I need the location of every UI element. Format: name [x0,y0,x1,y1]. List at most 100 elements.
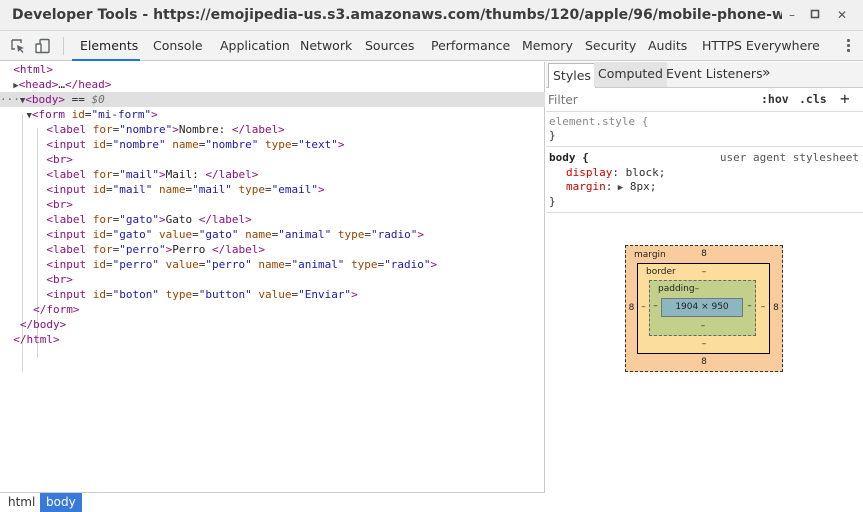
inspect-element-icon[interactable] [10,38,26,54]
cls-button[interactable]: .cls [799,92,827,106]
dom-node-input-boton[interactable]: <input id="boton" type="button" value="E… [0,287,545,302]
prop-display[interactable]: display: block; [566,166,665,180]
padding-top-value[interactable]: – [695,284,700,294]
body-ref: $0 [91,93,105,106]
border-left-value[interactable]: – [638,302,649,312]
body-open-tag: <body> [25,93,66,106]
dom-node-html-close[interactable]: </html> [0,332,545,347]
dom-node-label-gato[interactable]: <label for="gato">Gato </label> [0,212,545,227]
dom-node-br[interactable]: <br> [0,272,545,287]
element-style-selector[interactable]: element.style { [549,115,648,129]
dom-node-form-close[interactable]: </form> [0,302,545,317]
subtab-styles[interactable]: Styles [548,63,596,88]
rule-close-brace: } [549,129,556,142]
label-nombre-text: Nombre: [178,123,232,136]
dom-node-input-mail[interactable]: <input id="mail" name="mail" type="email… [0,182,545,197]
dom-node-head[interactable]: ▶<head>…</head> [0,77,545,92]
html-open-tag: <html> [13,63,53,76]
dom-node-html[interactable]: <html> [0,62,545,77]
tab-elements[interactable]: Elements [72,31,140,61]
border-bottom-value[interactable]: – [696,339,712,349]
devtools-toolbar: Elements Console Application Network Sou… [0,31,863,61]
box-model-area: margin 8 8 8 8 border – – – – padding– –… [546,213,863,512]
margin-right-value[interactable]: 8 [770,303,782,313]
form-val: "mi-form" [91,108,152,121]
prop-margin-name: margin [566,180,606,193]
more-options-icon[interactable] [840,37,856,55]
rule-origin: user agent stylesheet [719,151,859,164]
subtab-computed[interactable]: Computed [594,62,667,87]
padding-label-text: padding [658,284,695,294]
tab-performance[interactable]: Performance [431,31,510,61]
padding-bottom-value[interactable]: – [695,321,711,331]
breadcrumb-html[interactable]: html [2,493,41,512]
dom-node-input-perro[interactable]: <input id="perro" value="perro" name="an… [0,257,545,272]
label-gato-text: Gato [165,213,199,226]
head-close-tag: </head> [65,78,112,91]
minimize-icon[interactable]: – [785,8,799,22]
window-title: Developer Tools - https://emojipedia-us.… [12,7,782,23]
box-model-margin[interactable]: margin 8 8 8 8 border – – – – padding– –… [625,245,783,372]
body-selector[interactable]: body { [549,151,589,165]
dom-node-br[interactable]: <br> [0,152,545,167]
padding-left-value[interactable]: – [650,301,661,311]
margin-top-value[interactable]: 8 [696,249,712,259]
dom-node-label-mail[interactable]: <label for="mail">Mail: </label> [0,167,545,182]
dom-node-br[interactable]: <br> [0,197,545,212]
dom-node-label-nombre[interactable]: <label for="nombre">Nombre: </label> [0,122,545,137]
tab-https-everywhere[interactable]: HTTPS Everywhere [702,31,820,61]
prop-margin[interactable]: margin: ▶ 8px; [566,180,656,194]
margin-left-value[interactable]: 8 [626,303,637,313]
dom-node-form[interactable]: ▼<form id="mi-form"> [0,107,545,122]
border-top-value[interactable]: – [696,267,712,277]
more-tabs-icon[interactable]: » [762,62,771,87]
dom-node-input-gato[interactable]: <input id="gato" value="gato" name="anim… [0,227,545,242]
form-close-tag: </form> [33,303,80,316]
border-right-value[interactable]: – [757,302,769,312]
element-style-rule: element.style { } [546,114,863,147]
filter-input[interactable] [548,92,748,108]
dom-node-input-nombre[interactable]: <input id="nombre" name="nombre" type="t… [0,137,545,152]
box-model-content[interactable]: 1904 × 950 [661,298,743,317]
margin-bottom-value[interactable]: 8 [696,357,712,367]
add-rule-icon[interactable]: + [840,89,850,108]
head-open-tag: <head> [18,78,59,91]
box-model-padding[interactable]: padding– – – – 1904 × 950 [649,280,756,336]
sidebar-tabs: Styles Computed Event Listeners » [546,62,863,88]
tab-application[interactable]: Application [220,31,290,61]
hov-button[interactable]: :hov [761,92,789,106]
body-eq: == [65,93,92,106]
styles-sidebar: Styles Computed Event Listeners » :hov .… [546,62,863,512]
tab-network[interactable]: Network [300,31,352,61]
padding-right-value[interactable]: – [744,301,755,311]
margin-label: margin [634,250,666,260]
tab-memory[interactable]: Memory [522,31,573,61]
expand-triangle-icon[interactable]: ▶ [612,183,623,193]
box-model-border[interactable]: border – – – – padding– – – – 1904 × 950 [637,263,770,354]
border-label: border [646,267,676,277]
close-icon[interactable]: ✕ [835,8,849,22]
html-close-tag: </html> [13,333,60,346]
subtab-event-listeners[interactable]: Event Listeners [666,62,763,87]
prop-display-value: block; [625,166,666,179]
label-perro-text: Perro [172,243,212,256]
tab-audits[interactable]: Audits [648,31,687,61]
elements-tree: <html> ▶<head>…</head> ···▼<body> == $0 … [0,62,545,492]
prop-display-name: display [566,166,613,179]
window-titlebar: Developer Tools - https://emojipedia-us.… [0,0,863,31]
label-mail-text: Mail: [165,168,206,181]
maximize-icon[interactable] [808,8,822,22]
tab-sources[interactable]: Sources [365,31,414,61]
form-tag: <form [31,108,66,121]
tab-console[interactable]: Console [153,31,203,61]
breadcrumb-body[interactable]: body [40,493,82,512]
padding-label: padding– [658,284,699,294]
device-toolbar-icon[interactable] [35,38,51,54]
rule-close-brace: } [549,195,556,208]
form-attr: id [71,108,85,121]
dom-node-body-close[interactable]: </body> [0,317,545,332]
body-close-tag: </body> [19,318,67,331]
dom-node-label-perro[interactable]: <label for="perro">Perro </label> [0,242,545,257]
tab-security[interactable]: Security [585,31,636,61]
dom-node-body[interactable]: ···▼<body> == $0 [0,92,545,107]
